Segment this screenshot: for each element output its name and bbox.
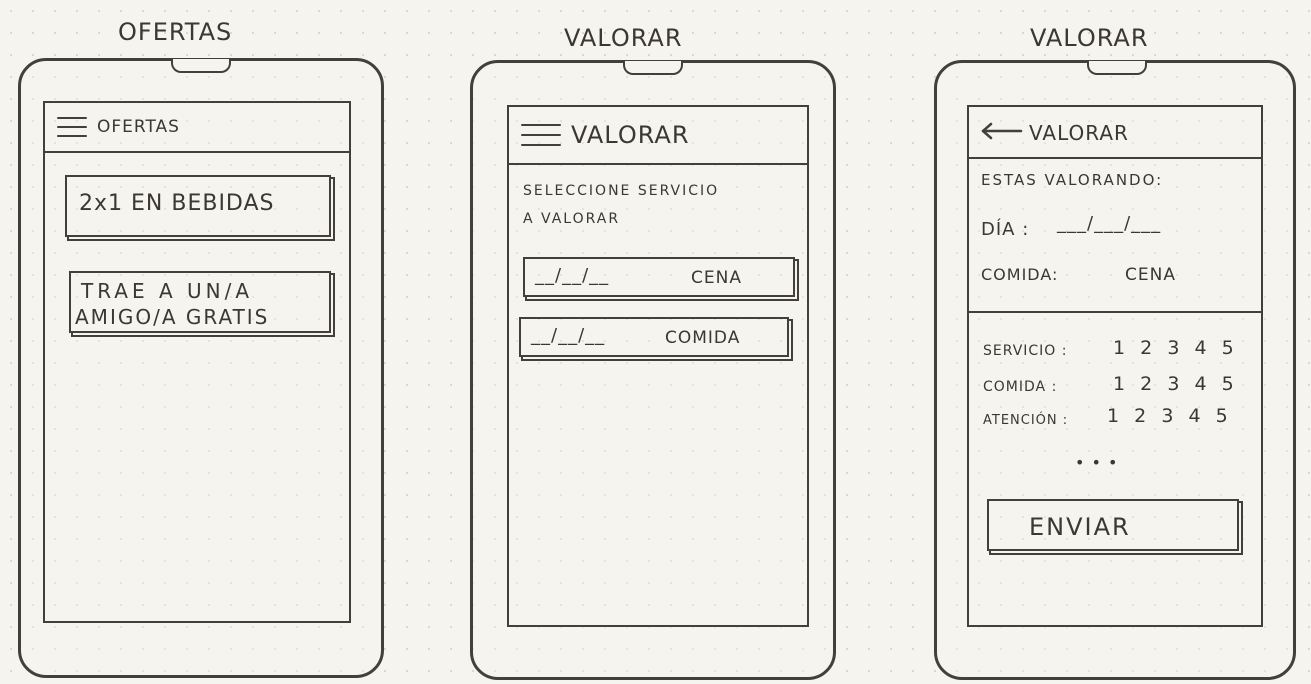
rating-label-servicio: SERVICIO : [983,343,1068,359]
appbar-divider [969,157,1261,159]
rating-label-comida: COMIDA : [983,379,1058,395]
caption-ofertas: OFERTAS [118,18,233,46]
instruction-line1: SELECCIONE SERVICIO [523,183,720,199]
instruction-line2: A VALORAR [523,211,621,227]
meal-value: CENA [1125,265,1176,285]
rating-label-atencion: ATENCIÓN : [983,413,1069,428]
service-date: __/__/__ [531,325,606,346]
app-bar: OFERTAS [45,103,349,153]
caption-valorar-detail: VALORAR [1030,24,1149,52]
offer-card-friend[interactable]: TRAE A UN/A AMIGO/A GRATIS [69,271,331,333]
page-title: OFERTAS [97,117,180,137]
page-title: VALORAR [571,121,690,149]
app-bar: VALORAR [509,107,807,165]
screen-ofertas: OFERTAS 2x1 EN BEBIDAS TRAE A UN/A AMIGO… [43,101,351,623]
day-label: DÍA : [981,219,1030,240]
screen-valorar-detail: VALORAR ESTAS VALORANDO: DÍA : ___/___/_… [967,105,1263,627]
meal-label: COMIDA: [981,265,1059,284]
service-date: __/__/__ [535,265,610,286]
page-title: VALORAR [1029,121,1129,145]
speaker-notch [1087,61,1147,75]
offer-text-line1: TRAE A UN/A [81,279,254,303]
caption-valorar-list: VALORAR [564,24,683,52]
submit-button-label: ENVIAR [1029,513,1131,541]
day-value: ___/___/___ [1057,213,1162,234]
phone-frame-valorar-list: VALORAR SELECCIONE SERVICIO A VALORAR __… [470,60,836,680]
offer-text: 2x1 EN BEBIDAS [79,191,275,216]
rating-scale-atencion[interactable]: 1 2 3 4 5 [1107,405,1229,427]
phone-frame-ofertas: OFERTAS 2x1 EN BEBIDAS TRAE A UN/A AMIGO… [18,58,384,678]
section-divider [969,311,1261,313]
service-label: CENA [691,268,742,288]
hamburger-menu-icon[interactable] [57,117,87,137]
service-label: COMIDA [665,328,741,348]
hamburger-menu-icon[interactable] [521,124,561,146]
offer-text-line2: AMIGO/A GRATIS [75,305,270,329]
speaker-notch [623,61,683,75]
phone-frame-valorar-detail: VALORAR ESTAS VALORANDO: DÍA : ___/___/_… [934,60,1296,680]
back-arrow-icon[interactable] [979,122,1023,144]
rating-scale-comida[interactable]: 1 2 3 4 5 [1113,373,1235,395]
service-item-cena[interactable]: __/__/__ CENA [523,257,795,297]
screen-valorar-list: VALORAR SELECCIONE SERVICIO A VALORAR __… [507,105,809,627]
more-indicator: • • • [1075,453,1119,472]
submit-button[interactable]: ENVIAR [987,499,1239,551]
rating-heading: ESTAS VALORANDO: [981,171,1164,189]
speaker-notch [171,59,231,73]
app-bar: VALORAR [969,107,1261,159]
service-item-comida[interactable]: __/__/__ COMIDA [519,317,789,357]
offer-card-drinks[interactable]: 2x1 EN BEBIDAS [65,175,331,237]
rating-scale-servicio[interactable]: 1 2 3 4 5 [1113,337,1235,359]
